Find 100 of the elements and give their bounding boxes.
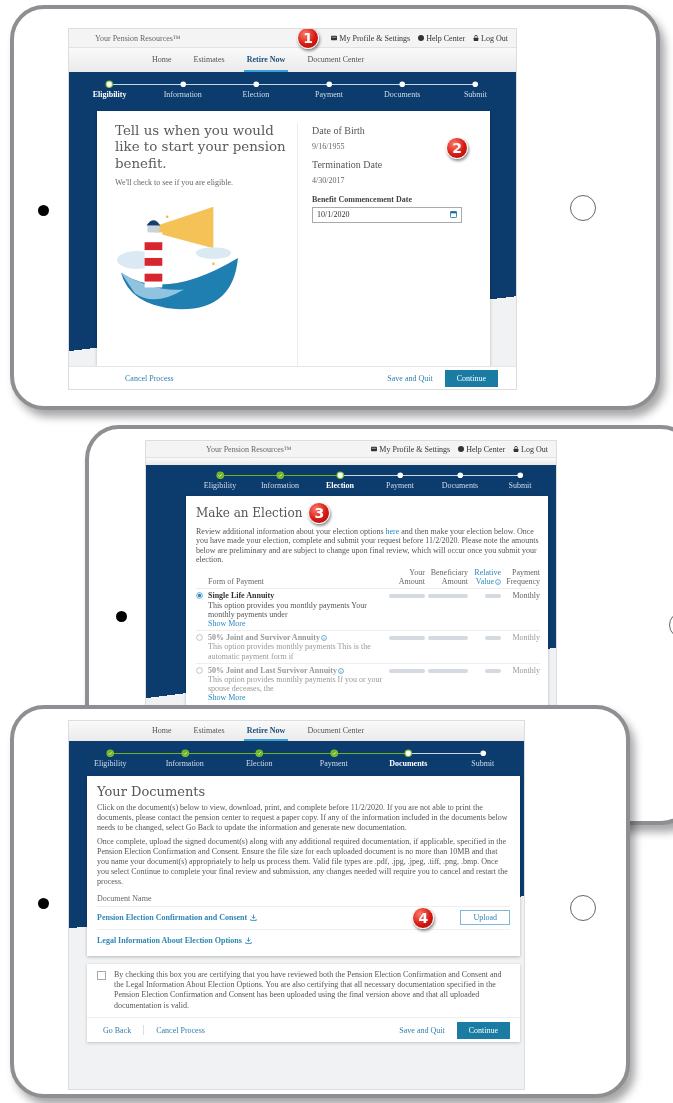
download-icon <box>250 914 258 921</box>
field-label: Date of Birth <box>312 124 366 136</box>
step-label: Eligibility <box>94 758 127 768</box>
step-label: Documents <box>441 480 479 490</box>
lock-icon <box>513 446 520 452</box>
footer-link[interactable]: Cancel Process <box>125 373 174 383</box>
step-label: Submit <box>508 480 532 490</box>
redacted-value <box>485 668 501 673</box>
redacted-value <box>428 668 468 673</box>
field-label: Termination Date <box>312 158 384 170</box>
option-title: Single Life Annuity <box>208 591 276 601</box>
date-field[interactable]: 10/1/2020 <box>312 206 462 223</box>
camera-icon <box>116 611 127 622</box>
redacted-value <box>389 668 425 673</box>
column-header: Relative Value <box>473 568 501 587</box>
redacted-value <box>428 636 468 641</box>
frequency-cell-text: Monthly <box>511 665 540 675</box>
brand-name: Your Pension Resources™ <box>206 444 292 454</box>
step-label: Election <box>326 480 354 490</box>
header-link[interactable]: My Profile & Settings <box>371 444 451 454</box>
info-icon <box>320 635 327 642</box>
header-link[interactable]: Help Center <box>418 33 466 43</box>
redacted-value <box>389 636 425 641</box>
here-link[interactable]: here <box>385 526 400 536</box>
page-heading: Make an Election <box>196 505 303 520</box>
field-value: 4/30/2017 <box>312 175 345 185</box>
info-icon <box>495 578 501 585</box>
checkbox[interactable] <box>97 970 106 980</box>
step-label: Information <box>165 758 204 768</box>
header-link[interactable]: Log Out <box>513 444 548 454</box>
instructions-text: Click on the document(s) below to view, download, print, and complete before 11/2/2020. If you are not able to print the documents, please contact the pension center to request a paper copy. If any of the information included in the documents below needs to be changed, select Go Back to update the information and generate new documentation. <box>97 802 509 833</box>
camera-icon <box>38 205 49 216</box>
calendar-icon <box>450 211 457 218</box>
page-heading: Tell us when you would like to start your pension benefit. <box>115 122 287 173</box>
nav-tab[interactable]: Home <box>149 721 175 741</box>
footer-link[interactable]: Go Back <box>103 1025 132 1035</box>
document-link[interactable]: Legal Information About Election Options <box>97 936 252 945</box>
certification-text: By checking this box you are certifying that you have reviewed both the Pension Election Confirmation and Consent and the Legal Information About Election Options. You are also certifying that all necessary documentation specified in the Pension Election Confirmation and Consent has been uploaded using the final version above and that all uploaded documentation is valid. <box>114 969 503 1012</box>
lock-icon <box>473 35 480 41</box>
step-label: Submit <box>471 758 495 768</box>
radio-button[interactable] <box>196 634 203 642</box>
step-label: Information <box>163 89 202 99</box>
frequency-cell-text: Monthly <box>511 633 540 643</box>
column-header: Beneficiary Amount <box>429 568 468 587</box>
nav-tab[interactable]: Estimates <box>190 48 228 72</box>
option-title: 50% Joint and Survivor Annuity <box>208 633 386 643</box>
step-label: Election <box>245 758 273 768</box>
page-heading: Your Documents <box>97 783 207 799</box>
card-icon <box>371 446 378 452</box>
show-more-link[interactable]: Show More <box>208 693 246 703</box>
nav-tab[interactable]: Home <box>149 48 175 72</box>
step-label: Information <box>260 480 300 490</box>
continue-button[interactable]: Continue <box>456 1021 510 1039</box>
number-badge: 3 <box>308 501 331 524</box>
step-label: Eligibility <box>203 480 237 490</box>
nav-tab[interactable]: Document Center <box>304 48 368 72</box>
save-quit-link[interactable]: Save and Quit <box>387 373 433 383</box>
frequency-cell-text: Monthly <box>511 591 540 601</box>
save-quit-link[interactable]: Save and Quit <box>399 1025 445 1035</box>
info-icon <box>338 667 344 674</box>
column-header: Form of Payment <box>208 577 265 587</box>
step-label: Payment <box>386 480 414 490</box>
help-icon <box>458 446 465 452</box>
number-badge: 1 <box>297 29 319 49</box>
step-label: Election <box>242 89 270 99</box>
card-icon <box>331 35 338 41</box>
step-label: Documents <box>389 758 428 768</box>
footer-link[interactable]: Cancel Process <box>156 1025 205 1035</box>
option-description: This option provides monthly payments If you or your spouse deceases, the <box>208 674 384 694</box>
header-link[interactable]: Help Center <box>458 444 506 454</box>
number-badge: 4 <box>412 906 435 929</box>
intro-text: Review additional information about your election options here and then make your election below. Once you have made your election, complete and submit your request before 11/2/2020. Please note the amounts below are preliminary and are subject to change upon final review, which will occur once you submit your election. <box>196 526 540 565</box>
field-label: Benefit Commencement Date <box>312 194 413 204</box>
step-label: Documents <box>384 89 421 99</box>
continue-button[interactable]: Continue <box>444 369 498 387</box>
upload-button[interactable]: Upload <box>460 910 510 925</box>
nav-tab[interactable]: Document Center <box>304 721 368 741</box>
column-header: Payment Frequency <box>505 568 540 587</box>
option-description: This option provides you monthly payments Your monthly payments under <box>208 600 368 620</box>
radio-button[interactable] <box>196 592 203 600</box>
camera-icon <box>38 898 49 909</box>
instructions-text: Once complete, upload the signed document(s) along with any additional required documentation, if applicable, specified in the Pension Election Confirmation and Consent. Ensure the file size for each uploaded document is no more than 10MB and that you name your document(s) appropriately to help us process them. Valid file types are .pdf, .jpg, .jpeg, .tiff, .png, .bmp. Once you select Continue to complete your final review and submission, any changes needed will require you to cancel and restart the process. <box>97 836 509 887</box>
download-icon <box>244 937 252 944</box>
radio-button[interactable] <box>196 666 203 674</box>
redacted-value <box>428 594 468 599</box>
show-more-link[interactable]: Show More <box>208 619 246 629</box>
option-title: 50% Joint and Last Survivor Annuity <box>208 665 386 675</box>
header-link[interactable]: Log Out <box>473 33 508 43</box>
nav-tab[interactable]: Estimates <box>190 721 228 741</box>
redacted-value <box>485 594 501 599</box>
brand-name: Your Pension Resources™ <box>95 33 181 43</box>
field-value: 9/16/1955 <box>312 141 345 151</box>
document-link[interactable]: Pension Election Confirmation and Consent <box>97 913 258 922</box>
option-description: This option provides monthly payments This is the automatic payment form if <box>208 642 372 661</box>
redacted-value <box>389 594 425 599</box>
help-icon <box>418 35 425 41</box>
header-link[interactable]: My Profile & Settings <box>331 33 411 43</box>
redacted-value <box>485 636 501 641</box>
step-label: Eligibility <box>92 89 127 99</box>
step-label: Payment <box>315 89 344 99</box>
